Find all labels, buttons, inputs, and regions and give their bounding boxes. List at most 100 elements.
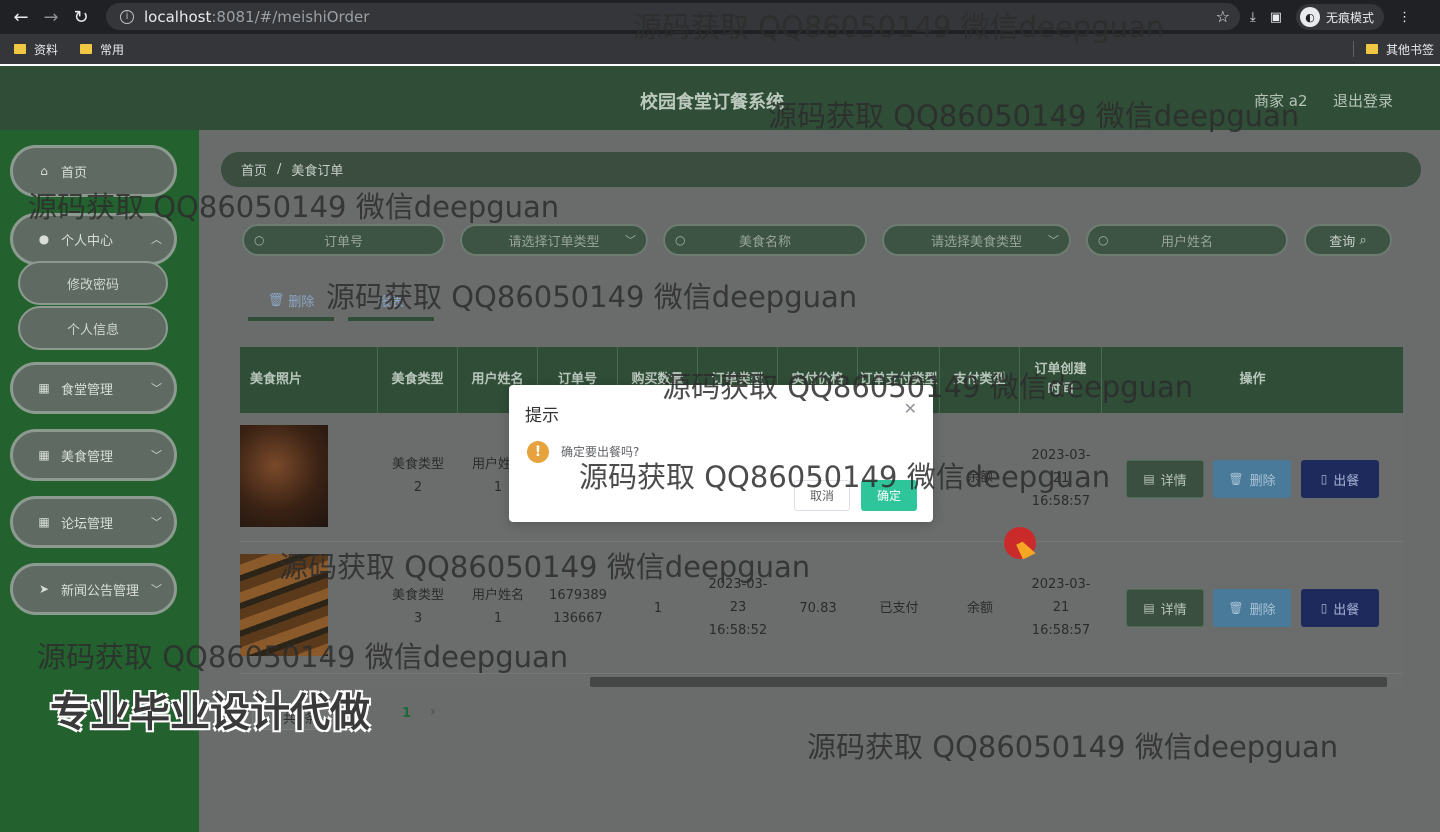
chevron-down-icon: ﹀ xyxy=(151,449,162,462)
sidebar-subitem-personal-info[interactable]: 个人信息 xyxy=(18,306,168,350)
column-header: 订单创建时间 xyxy=(1020,347,1102,413)
pagination-page[interactable]: 1 xyxy=(402,706,411,721)
current-user: 商家 a2 xyxy=(1254,92,1308,110)
cell-status: 已支付 xyxy=(879,600,919,616)
query-button[interactable]: 查询 ⌕ xyxy=(1304,224,1392,256)
close-icon[interactable]: ✕ xyxy=(904,399,917,418)
incognito-label: 无痕模式 xyxy=(1326,10,1375,25)
serve-button[interactable]: ▯ 出餐 xyxy=(1301,460,1379,498)
sidebar-item-food[interactable]: ▦ 美食管理 ﹀ xyxy=(10,429,177,481)
folder-icon xyxy=(14,44,26,54)
sidebar-subitem-label: 修改密码 xyxy=(66,277,119,293)
detail-button[interactable]: ▤ 详情 xyxy=(1126,460,1204,498)
watermark-banner: 专业毕业设计代做 xyxy=(50,690,370,736)
breadcrumb-current: 美食订单 xyxy=(291,164,344,179)
bookmark-folder-changyong[interactable]: 常用 xyxy=(80,41,124,58)
sidebar-item-personal-center[interactable]: ● 个人中心 ︿ xyxy=(10,213,177,265)
download-icon[interactable]: ⤓ xyxy=(1250,10,1256,25)
sidebar-item-forum[interactable]: ▦ 论坛管理 ﹀ xyxy=(10,496,177,548)
search-icon: ○ xyxy=(675,233,686,247)
grid-icon: ▦ xyxy=(38,448,50,462)
url-path: :8081/#/meishiOrder xyxy=(211,7,370,26)
address-bar[interactable]: i localhost:8081/#/meishiOrder ☆ xyxy=(106,3,1240,30)
cell-user-name: 用户姓名1 xyxy=(471,588,524,626)
food-name-placeholder: 美食名称 xyxy=(738,234,791,250)
query-label: 查询 xyxy=(1329,234,1356,250)
detail-button[interactable]: ▤ 详情 xyxy=(1126,589,1204,627)
send-icon: ➤ xyxy=(38,582,50,596)
document-icon: ▤ xyxy=(1143,472,1155,486)
folder-icon xyxy=(1365,44,1378,54)
delete-button[interactable]: 🗑 删除 xyxy=(1213,460,1291,498)
food-photo xyxy=(240,425,328,527)
batch-delete-button[interactable]: 🗑 删除 xyxy=(248,283,334,321)
detail-label: 详情 xyxy=(1160,473,1187,489)
sidebar-item-home[interactable]: ⌂ 首页 xyxy=(10,145,177,197)
book-icon: ▯ xyxy=(1320,472,1328,486)
dialog-title: 提示 xyxy=(525,406,559,426)
detail-label: 详情 xyxy=(1160,602,1187,618)
forward-icon[interactable]: → xyxy=(36,2,66,32)
menu-dots-icon[interactable]: ⋮ xyxy=(1398,10,1411,25)
confirm-button[interactable]: 确定 xyxy=(861,480,917,511)
chevron-down-icon: ﹀ xyxy=(625,234,636,247)
other-bookmarks-label: 其他书签 xyxy=(1385,42,1434,57)
user-name-input[interactable]: ○ 用户姓名 xyxy=(1086,224,1288,256)
cell-order-no: 1679389136667 xyxy=(549,588,607,626)
home-icon: ⌂ xyxy=(40,164,48,178)
table-row: 美食类型3 用户姓名1 1679389136667 1 2023-03-23 1… xyxy=(240,542,1403,674)
order-no-input[interactable]: ○ 订单号 xyxy=(242,224,445,256)
incognito-badge[interactable]: ◐ 无痕模式 xyxy=(1296,4,1385,30)
sidebar-item-label: 论坛管理 xyxy=(61,516,114,532)
cancel-button[interactable]: 取消 xyxy=(794,480,850,511)
incognito-icon: ◐ xyxy=(1300,7,1321,27)
trash-icon: 🗑 xyxy=(1228,601,1244,615)
chevron-down-icon: ﹀ xyxy=(151,382,162,395)
order-type-select[interactable]: 请选择订单类型 ﹀ xyxy=(460,224,648,256)
dialog-message: 确定要出餐吗? xyxy=(561,445,640,459)
order-no-placeholder: 订单号 xyxy=(323,234,363,250)
bookmark-star-icon[interactable]: ☆ xyxy=(1216,7,1230,26)
scrollbar-thumb[interactable] xyxy=(590,677,1387,687)
delete-button[interactable]: 🗑 删除 xyxy=(1213,589,1291,627)
cell-food-type: 美食类型3 xyxy=(391,588,444,626)
trash-icon: 🗑 xyxy=(267,292,285,308)
sidebar-item-news[interactable]: ➤ 新闻公告管理 ﹀ xyxy=(10,563,177,615)
table-horizontal-scrollbar[interactable] xyxy=(240,675,1403,689)
back-icon[interactable]: ← xyxy=(6,2,36,32)
cell-order-time: 2023-03-23 16:58:52 xyxy=(708,576,768,638)
sidebar-item-canteen[interactable]: ▦ 食堂管理 ﹀ xyxy=(10,362,177,414)
report-button[interactable]: 报表 xyxy=(348,283,434,321)
cell-quantity: 1 xyxy=(653,600,663,616)
serve-button[interactable]: ▯ 出餐 xyxy=(1301,589,1379,627)
bookmark-folder-ziliao[interactable]: 资料 xyxy=(14,41,58,58)
logout-link[interactable]: 退出登录 xyxy=(1333,90,1393,111)
other-bookmarks[interactable]: 其他书签 xyxy=(1365,41,1434,58)
breadcrumb-home[interactable]: 首页 xyxy=(241,160,267,179)
search-icon: ○ xyxy=(254,233,265,247)
info-icon[interactable]: i xyxy=(120,9,134,24)
column-header: 美食类型 xyxy=(378,347,458,413)
folder-icon xyxy=(80,44,93,54)
cell-created-time: 2023-03-21 16:58:57 xyxy=(1031,447,1091,509)
sidepanel-icon[interactable]: ▣ xyxy=(1270,10,1282,25)
sidebar-item-label: 美食管理 xyxy=(61,449,114,465)
cell-pay-type: 余额 xyxy=(966,469,993,485)
batch-delete-label: 删除 xyxy=(288,294,315,310)
grid-icon: ▦ xyxy=(38,515,50,529)
sidebar-item-label: 首页 xyxy=(61,165,88,181)
food-photo xyxy=(240,554,328,656)
food-name-input[interactable]: ○ 美食名称 xyxy=(663,224,867,256)
browser-toolbar: ← → ↻ i localhost:8081/#/meishiOrder ☆ ⤓… xyxy=(0,0,1440,34)
search-icon: ○ xyxy=(1098,233,1109,247)
sidebar-subitem-change-password[interactable]: 修改密码 xyxy=(18,261,168,305)
breadcrumb: 首页 / 美食订单 xyxy=(221,152,1421,187)
column-header: 支付类型 xyxy=(940,347,1020,413)
cell-pay-type: 余额 xyxy=(966,600,993,616)
food-type-select[interactable]: 请选择美食类型 ﹀ xyxy=(882,224,1071,256)
chevron-down-icon: ﹀ xyxy=(151,583,162,596)
sidebar-subitem-label: 个人信息 xyxy=(66,322,119,338)
reload-icon[interactable]: ↻ xyxy=(66,2,96,32)
chevron-right-icon[interactable]: › xyxy=(430,704,436,720)
bookmark-separator xyxy=(1353,41,1354,57)
